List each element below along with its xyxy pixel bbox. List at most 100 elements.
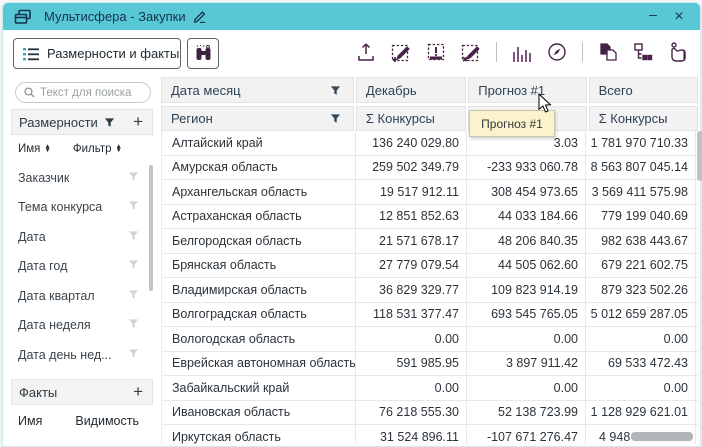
column-dimension-cell[interactable]: Дата месяц	[161, 77, 354, 103]
filter-icon[interactable]	[104, 117, 115, 128]
region-cell[interactable]: Владимирская область	[162, 278, 356, 302]
edit-remove-region-icon[interactable]	[461, 42, 481, 62]
value-cell[interactable]: 76 218 555.30	[356, 401, 467, 425]
region-cell[interactable]: Алтайский край	[162, 131, 356, 155]
edit-title-pencil-icon[interactable]	[193, 10, 207, 23]
dimensions-section-header[interactable]: Размерности +	[11, 109, 153, 135]
value-cell[interactable]: 12 851 852.63	[356, 205, 467, 229]
value-cell[interactable]: 1 781 970 710.33	[586, 131, 696, 155]
value-cell[interactable]: 0.00	[467, 376, 586, 400]
value-cell[interactable]: 693 545 765.05	[467, 303, 586, 327]
value-cell[interactable]: 879 323 502.26	[586, 278, 696, 302]
filter-icon[interactable]	[128, 318, 139, 332]
value-cell[interactable]: 259 502 349.79	[356, 156, 467, 180]
table-row[interactable]: Белгородская область21 571 678.1748 206 …	[162, 229, 698, 254]
table-row[interactable]: Астраханская область12 851 852.6344 033 …	[162, 205, 698, 230]
table-row[interactable]: Вологодская область0.000.000.00	[162, 327, 698, 352]
value-cell[interactable]: 44 505 062.60	[467, 254, 586, 278]
table-row[interactable]: Амурская область259 502 349.79-233 933 0…	[162, 156, 698, 181]
value-cell[interactable]: 19 517 912.11	[356, 180, 467, 204]
value-cell[interactable]: 69 533 472.43	[586, 352, 696, 376]
column-header-forecast[interactable]: Прогноз #1	[468, 77, 586, 103]
table-row[interactable]: Волгоградская область118 531 377.47693 5…	[162, 303, 698, 328]
table-horizontal-scrollbar-thumb[interactable]	[631, 432, 693, 441]
region-cell[interactable]: Белгородская область	[162, 229, 356, 253]
value-cell[interactable]: 1 128 929 621.01	[586, 401, 696, 425]
value-cell[interactable]: 52 138 723.99	[467, 401, 586, 425]
value-cell[interactable]: 779 199 040.69	[586, 205, 696, 229]
dimension-item[interactable]: Дата день нед...	[11, 340, 149, 370]
dimension-item[interactable]: Дата	[11, 222, 149, 252]
add-dimension-button[interactable]: +	[133, 112, 143, 132]
filter-icon[interactable]	[128, 259, 139, 273]
value-cell[interactable]: 136 240 029.80	[356, 131, 467, 155]
dimension-item[interactable]: Заказчик	[11, 163, 149, 193]
filter-icon[interactable]	[330, 85, 341, 96]
dimension-item[interactable]: -	[11, 370, 149, 379]
hand-scroll-icon[interactable]	[668, 42, 688, 62]
facts-section-header[interactable]: Факты +	[11, 379, 153, 405]
column-header-total[interactable]: Всего	[589, 77, 698, 103]
value-cell[interactable]: 5 012 659 287.05	[586, 303, 696, 327]
value-cell[interactable]: 21 571 678.17	[356, 229, 467, 253]
value-cell[interactable]: 36 829 329.77	[356, 278, 467, 302]
name-column-header[interactable]: Имя ▲▼	[18, 143, 51, 155]
table-row[interactable]: Ивановская область76 218 555.3052 138 72…	[162, 401, 698, 426]
value-cell[interactable]: 0.00	[356, 327, 467, 351]
search-data-button[interactable]	[187, 38, 219, 69]
copy-icon[interactable]	[598, 42, 618, 62]
value-cell[interactable]: 0.00	[586, 376, 696, 400]
facts-name-column-header[interactable]: Имя	[18, 414, 42, 428]
value-cell[interactable]: 591 985.95	[356, 352, 467, 376]
filter-icon[interactable]	[128, 377, 139, 378]
value-cell[interactable]: -107 671 276.47	[467, 425, 586, 444]
row-dimension-cell[interactable]: Регион	[161, 106, 354, 131]
value-cell[interactable]: 109 823 914.19	[467, 278, 586, 302]
filter-column-header[interactable]: Фильтр ▲▼	[73, 143, 122, 155]
value-cell[interactable]: 308 454 973.65	[467, 180, 586, 204]
value-cell[interactable]: 44 033 184.66	[467, 205, 586, 229]
filter-icon[interactable]	[128, 230, 139, 244]
column-header-dec[interactable]: Декабрь	[356, 77, 466, 103]
table-row[interactable]: Забайкальский край0.000.000.00	[162, 376, 698, 401]
facts-visibility-column-header[interactable]: Видимость	[75, 414, 139, 428]
table-row[interactable]: Иркутская область31 524 896.11-107 671 2…	[162, 425, 698, 444]
add-fact-button[interactable]: +	[133, 382, 143, 402]
close-button[interactable]: ×	[666, 6, 692, 28]
filter-icon[interactable]	[128, 348, 139, 362]
value-cell[interactable]: 27 779 079.54	[356, 254, 467, 278]
table-row[interactable]: Владимирская область36 829 329.77109 823…	[162, 278, 698, 303]
value-cell[interactable]: 31 524 896.11	[356, 425, 467, 444]
dimension-item[interactable]: Тема конкурса	[11, 193, 149, 223]
export-icon[interactable]	[356, 42, 376, 62]
value-cell[interactable]: 679 221 602.75	[586, 254, 696, 278]
table-row[interactable]: Алтайский край136 240 029.803.031 781 97…	[162, 131, 698, 156]
measure-header[interactable]: Σ Конкурсы	[356, 106, 466, 131]
table-vertical-scrollbar-thumb[interactable]	[697, 131, 702, 181]
value-cell[interactable]: 8 563 807 045.14	[586, 156, 696, 180]
title-bar[interactable]: Мультисфера - Закупки – ×	[3, 3, 700, 30]
value-cell[interactable]: 48 206 840.35	[467, 229, 586, 253]
dimension-item[interactable]: Дата неделя	[11, 311, 149, 341]
region-cell[interactable]: Астраханская область	[162, 205, 356, 229]
value-cell[interactable]: 3 569 411 575.98	[586, 180, 696, 204]
value-cell[interactable]: 0.00	[586, 327, 696, 351]
filter-icon[interactable]	[330, 113, 341, 124]
alert-region-icon[interactable]	[426, 42, 446, 62]
region-cell[interactable]: Брянская область	[162, 254, 356, 278]
region-cell[interactable]: Еврейская автономная область	[162, 352, 356, 376]
value-cell[interactable]: -233 933 060.78	[467, 156, 586, 180]
region-cell[interactable]: Ивановская область	[162, 401, 356, 425]
table-row[interactable]: Архангельская область19 517 912.11308 45…	[162, 180, 698, 205]
table-row[interactable]: Брянская область27 779 079.5444 505 062.…	[162, 254, 698, 279]
histogram-icon[interactable]	[512, 42, 532, 62]
table-row[interactable]: Еврейская автономная область591 985.953 …	[162, 352, 698, 377]
compass-icon[interactable]	[547, 42, 567, 62]
minimize-button[interactable]: –	[640, 3, 666, 31]
value-cell[interactable]: 0.00	[356, 376, 467, 400]
value-cell[interactable]: 3 897 911.42	[467, 352, 586, 376]
filter-icon[interactable]	[128, 289, 139, 303]
edit-add-region-icon[interactable]	[391, 42, 411, 62]
region-cell[interactable]: Амурская область	[162, 156, 356, 180]
dimensions-facts-button[interactable]: Размерности и факты	[13, 38, 181, 69]
